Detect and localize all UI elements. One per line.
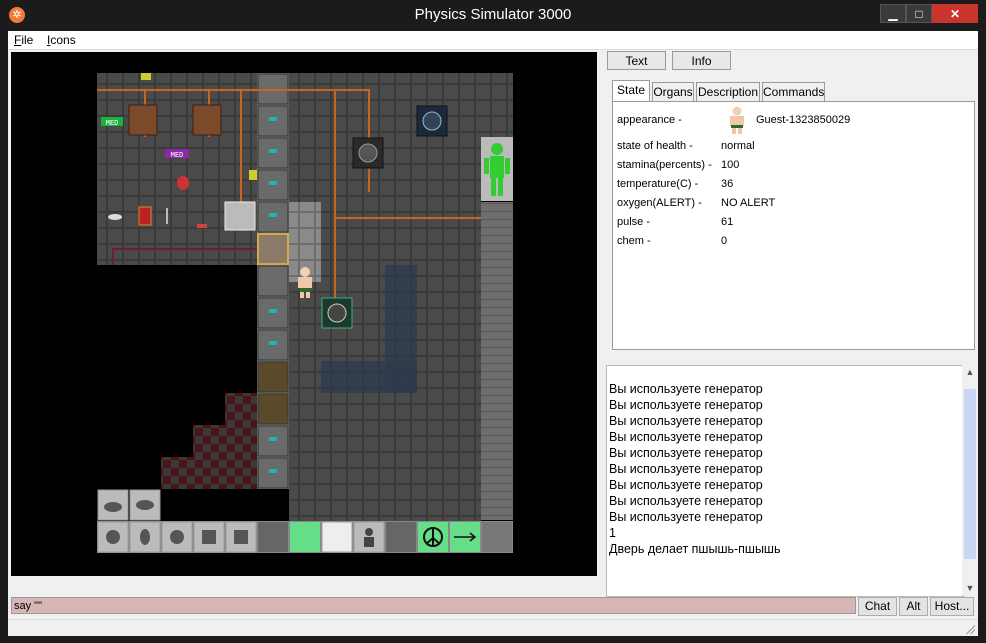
menu-bar: File Icons [8,31,978,50]
scroll-thumb[interactable] [964,389,976,559]
window-title: Physics Simulator 3000 [414,6,572,23]
client-area: File Icons MED MED Text Info State Organ… [8,31,978,636]
scroll-up-icon[interactable]: ▲ [962,365,978,379]
water-area-2 [321,361,417,393]
log-line: Вы используете генератор [609,478,763,492]
state-label: stamina(percents) - [617,159,712,171]
left-room-floor [97,73,257,265]
med-label-2: MED [171,151,184,159]
state-value: normal [721,140,755,152]
log-line: Вы используете генератор [609,446,763,460]
hud-bar[interactable] [97,521,513,553]
log-line: Дверь делает пшышь-пшышь [609,542,781,556]
log-line: Вы используете генератор [609,430,763,444]
command-input[interactable]: say "" [11,597,856,614]
avatar-icon [730,106,744,134]
state-label: temperature(C) - [617,178,699,190]
log-line: Вы используете генератор [609,414,763,428]
subtab-commands[interactable]: Commands [762,82,825,101]
state-value: 61 [721,216,734,228]
game-viewport[interactable]: MED MED [11,52,597,576]
host-button[interactable]: Host... [930,597,974,616]
state-label: state of health - [617,140,693,152]
state-panel: appearance - Guest-1323850029 state of h… [612,101,975,350]
state-value: 100 [721,159,740,171]
log-line: Вы используете генератор [609,462,763,476]
subtab-state[interactable]: State [612,80,650,101]
log-line: Вы используете генератор [609,398,763,412]
alt-button[interactable]: Alt [899,597,928,616]
med-label-1: MED [106,119,119,127]
log-line: Вы используете генератор [609,494,763,508]
resize-grip-icon[interactable] [965,624,975,634]
state-label: chem - [617,235,651,247]
log-line: 1 [609,526,616,540]
tab-text[interactable]: Text [607,51,666,70]
right-panel: Text Info State Organs Description Comma… [606,50,978,597]
log-line: Вы используете генератор [609,382,763,396]
state-value: Guest-1323850029 [756,114,851,126]
minimize-button[interactable]: ▁ [880,4,906,23]
game-map[interactable]: MED MED [11,52,597,576]
tab-info[interactable]: Info [672,51,731,70]
door-column [257,73,289,489]
subtab-organs[interactable]: Organs [652,82,694,101]
scroll-down-icon[interactable]: ▼ [962,581,978,595]
title-bar: ✲ Physics Simulator 3000 ▁ □ ✕ [0,0,986,31]
state-label: appearance - [617,114,682,126]
state-label: oxygen(ALERT) - [617,197,702,209]
right-wall [481,202,513,520]
health-doll[interactable] [481,137,513,201]
maximize-button[interactable]: □ [906,4,932,23]
right-floor-top [481,73,513,137]
state-label: pulse - [617,216,651,228]
log-line: Вы используете генератор [609,510,763,524]
menu-file[interactable]: File [14,33,33,47]
state-value: 36 [721,178,734,190]
state-value: 0 [721,235,728,247]
menu-icons[interactable]: Icons [47,33,76,47]
subtab-description[interactable]: Description [696,82,760,101]
status-bar [8,619,978,636]
log-scrollbar[interactable]: ▲ ▼ [962,365,978,595]
state-value: NO ALERT [721,197,776,209]
chat-log[interactable]: Вы используете генератор Вы используете … [606,365,964,597]
chat-button[interactable]: Chat [858,597,897,616]
close-button[interactable]: ✕ [932,4,978,23]
